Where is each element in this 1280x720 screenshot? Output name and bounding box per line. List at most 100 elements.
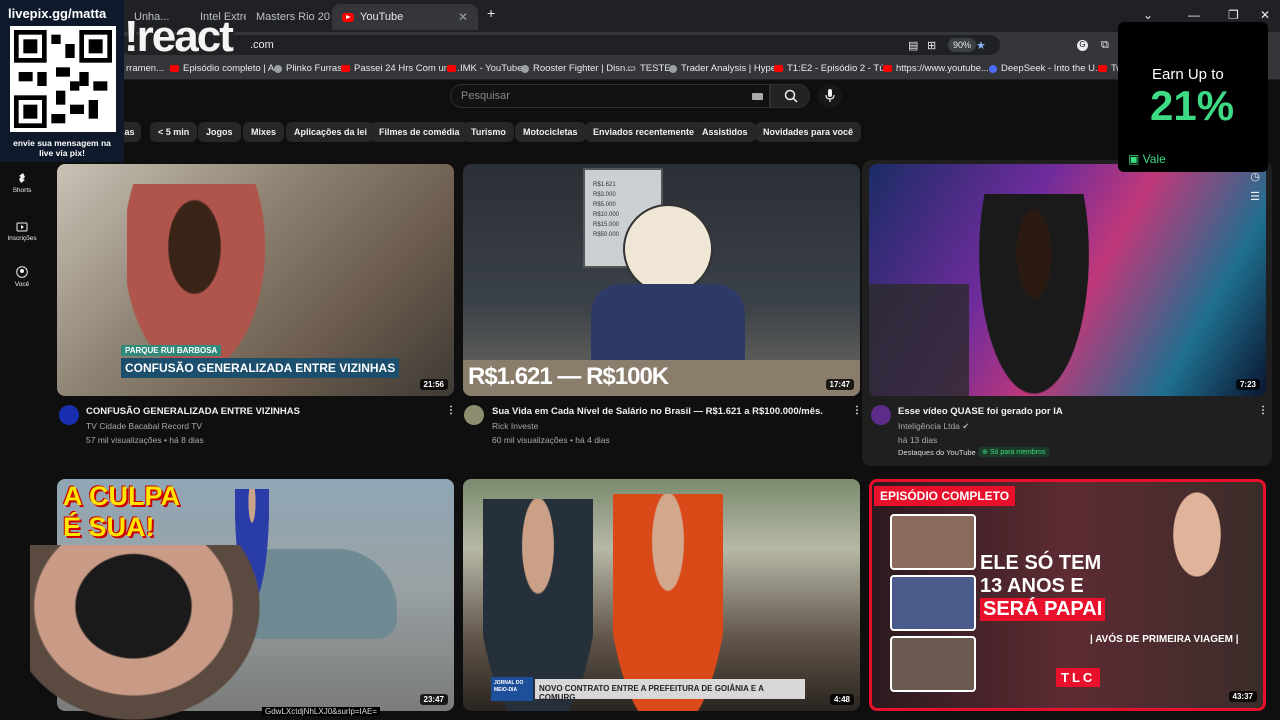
livepix-caption: envie sua mensagem na live via pix!	[0, 138, 124, 158]
cartoon-head	[623, 204, 713, 294]
globe-icon	[274, 64, 282, 73]
inset-photo	[890, 636, 976, 692]
chip-novidades[interactable]: Novidades para você	[755, 122, 862, 142]
episode-tag: EPISÓDIO COMPLETO	[874, 486, 1016, 506]
youtube-favicon-icon	[342, 12, 354, 22]
rail-label: Inscrições	[7, 235, 37, 242]
video-duration: 17:47	[825, 379, 854, 390]
restore-button[interactable]: ❐	[1228, 8, 1239, 22]
zoom-indicator[interactable]: 90%	[948, 38, 977, 52]
add-to-queue-icon[interactable]: ☰	[1250, 190, 1260, 203]
chip-turismo[interactable]: Turismo	[463, 122, 514, 142]
voice-search-button[interactable]	[818, 84, 842, 108]
channel-name[interactable]: TV Cidade Bacabal Record TV	[86, 421, 202, 431]
more-options-icon[interactable]: ⋮	[1258, 405, 1268, 416]
bookmark-item[interactable]: DeepSeek - Into the U...	[989, 63, 1103, 74]
video-duration: 23:47	[419, 694, 448, 705]
ad-overlay: Earn Up to 21% ▣ Vale	[1118, 22, 1268, 172]
reader-mode-icon[interactable]: ▤	[908, 39, 918, 52]
video-thumbnail[interactable]: JORNAL DO MEIO-DIA NOVO CONTRATO ENTRE A…	[463, 479, 860, 711]
chip-aplicacoes-da-lei[interactable]: Aplicações da lei	[286, 122, 376, 142]
install-app-icon[interactable]: ⊞	[927, 39, 936, 52]
chip-under-5-min[interactable]: < 5 min	[150, 122, 198, 142]
chip-motocicletas[interactable]: Motocicletas	[515, 122, 586, 142]
chip-jogos[interactable]: Jogos	[198, 122, 241, 142]
rail-subscriptions[interactable]: Inscrições	[0, 220, 44, 242]
bookmark-item[interactable]: Passei 24 Hrs Com um...	[341, 63, 460, 74]
microphone-icon	[825, 89, 835, 102]
brand-label: Vale	[1142, 152, 1166, 166]
bookmark-label: Trader Analysis | Hype...	[681, 63, 784, 74]
bookmark-item[interactable]: Plinko Furras	[274, 63, 342, 74]
minimize-button[interactable]: —	[1188, 8, 1200, 22]
youtube-icon	[447, 65, 456, 72]
tab-3[interactable]: Masters Rio 2026✕	[246, 4, 330, 30]
channel-name[interactable]: Rick Investe	[492, 421, 538, 431]
chip-filmes-de-comedia[interactable]: Filmes de comédia	[371, 122, 468, 142]
rail-you[interactable]: Você	[0, 266, 44, 288]
video-thumbnail[interactable]: PARQUE RUI BARBOSA CONFUSÃO GENERALIZADA…	[57, 164, 454, 396]
chip-enviados-recentemente[interactable]: Enviados recentemente	[585, 122, 703, 142]
close-tab-icon[interactable]: ✕	[458, 10, 468, 24]
members-only-badge: ⊕ Só para membros	[978, 447, 1050, 457]
rail-label: Shorts	[12, 187, 32, 194]
search-input[interactable]: Pesquisar	[450, 84, 770, 108]
channel-avatar[interactable]	[59, 405, 79, 425]
channel-name[interactable]: Inteligência Ltda ✔	[898, 421, 969, 432]
new-tab-button[interactable]: +	[487, 5, 495, 21]
more-options-icon[interactable]: ⋮	[852, 405, 862, 416]
bookmark-item[interactable]: rramen...	[126, 63, 164, 74]
shorts-icon	[19, 173, 25, 183]
video-title[interactable]: Sua Vida em Cada Nível de Salário no Bra…	[492, 406, 823, 417]
chip-assistidos[interactable]: Assistidos	[694, 122, 756, 142]
inset-photo	[890, 514, 976, 570]
bookmark-label: Plinko Furras	[286, 63, 342, 74]
bookmark-item[interactable]: T1:E2 - Episódio 2 - Tú...	[774, 63, 892, 74]
search-button[interactable]	[770, 84, 810, 108]
bookmark-item[interactable]: Episódio completo | A...	[170, 63, 282, 74]
extension-icon[interactable]: G	[1077, 40, 1088, 51]
keyboard-icon[interactable]	[752, 93, 763, 100]
livepix-overlay: livepix.gg/matta envie sua mensagem na l…	[0, 0, 124, 162]
video-duration: 21:56	[419, 379, 448, 390]
qr-code	[10, 26, 116, 132]
rail-shorts[interactable]: Shorts	[0, 172, 44, 194]
address-bar[interactable]: .com	[120, 35, 1000, 55]
bookmark-star-icon[interactable]: ★	[976, 39, 986, 52]
channel-label: Inteligência Ltda	[898, 421, 960, 431]
tab-search-icon[interactable]: ⌄	[1143, 8, 1153, 22]
channel-avatar[interactable]	[464, 405, 484, 425]
video-thumbnail[interactable]: R$1.621 R$3.000 R$5.000 R$10.000 R$15.00…	[463, 164, 860, 396]
bookmark-item[interactable]: IMK - YouTube	[447, 63, 523, 74]
verified-icon: ✔	[962, 421, 970, 431]
globe-icon	[521, 64, 529, 73]
search-placeholder: Pesquisar	[461, 90, 510, 102]
status-url: GdwLXctdjNhLXJ0&surlp=IAE=	[262, 707, 381, 716]
bookmark-folder[interactable]: ▭ TESTE	[627, 63, 671, 74]
members-label: Só para membros	[989, 449, 1046, 456]
you-icon	[16, 266, 28, 278]
caption-line: A CULPA	[63, 481, 180, 511]
bookmark-item[interactable]: https://www.youtube...	[883, 63, 989, 74]
person-figure	[1142, 482, 1252, 632]
tab-youtube[interactable]: YouTube ✕	[332, 4, 478, 30]
extensions-puzzle-icon[interactable]: ⧉	[1101, 39, 1109, 52]
thumb-caption: R$1.621 — R$100K	[468, 363, 669, 390]
url-text: .com	[250, 39, 274, 51]
more-options-icon[interactable]: ⋮	[446, 405, 456, 416]
bookmark-item[interactable]: Trader Analysis | Hype...	[669, 63, 784, 74]
youtube-icon	[774, 65, 783, 72]
video-thumbnail[interactable]: EPISÓDIO COMPLETO ELE SÓ TEM 13 ANOS E S…	[869, 479, 1266, 711]
react-logo: !react	[124, 12, 234, 61]
close-window-button[interactable]: ✕	[1260, 8, 1270, 22]
globe-icon	[669, 64, 677, 73]
subscriptions-icon	[16, 222, 28, 232]
channel-avatar[interactable]	[871, 405, 891, 425]
chip-mixes[interactable]: Mixes	[243, 122, 285, 142]
caption-line: É SUA!	[63, 512, 155, 542]
bookmark-item[interactable]: Rooster Fighter | Disn...	[521, 63, 633, 74]
video-title[interactable]: CONFUSÃO GENERALIZADA ENTRE VIZINHAS	[86, 406, 300, 417]
video-thumbnail[interactable]: 7:23 ◷ ☰	[869, 164, 1266, 396]
thumb-subtitle: | AVÓS DE PRIMEIRA VIAGEM |	[1090, 634, 1239, 645]
video-title[interactable]: Esse vídeo QUASE foi gerado por IA	[898, 406, 1063, 417]
